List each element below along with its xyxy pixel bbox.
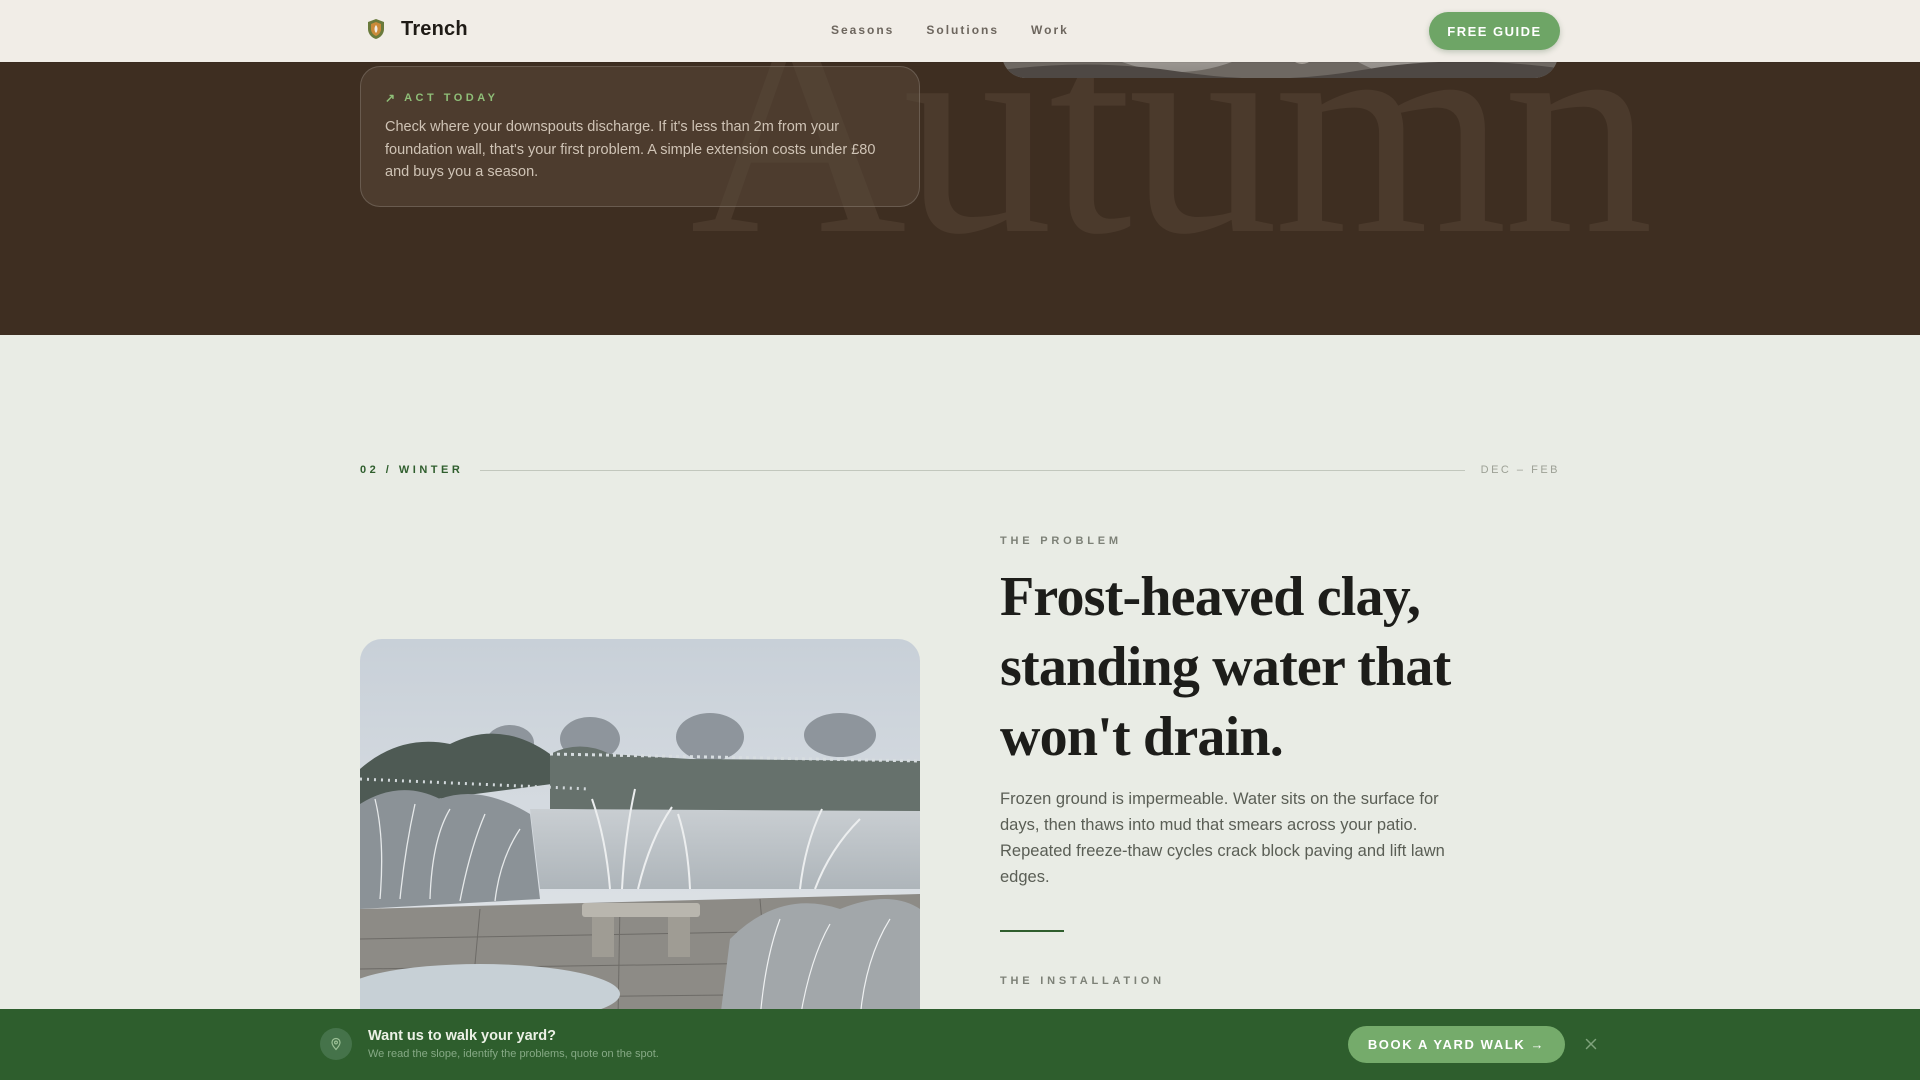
close-icon[interactable] <box>1581 1034 1601 1054</box>
problem-kicker: THE PROBLEM <box>1000 535 1122 547</box>
winter-section-header: 02 / WINTER DEC – FEB <box>360 460 1560 480</box>
sticky-title: Want us to walk your yard? <box>368 1028 556 1044</box>
winter-garden-photo <box>360 639 920 1019</box>
free-guide-button[interactable]: FREE GUIDE <box>1429 12 1560 50</box>
main-nav: Seasons Solutions Work <box>831 23 1069 37</box>
sticky-booking-bar: Want us to walk your yard? We read the s… <box>0 1009 1920 1080</box>
top-navigation-bar: Trench Seasons Solutions Work FREE GUIDE <box>0 0 1920 62</box>
nav-seasons[interactable]: Seasons <box>831 23 894 37</box>
nav-work[interactable]: Work <box>1031 23 1069 37</box>
section-date-range: DEC – FEB <box>1480 464 1560 476</box>
map-pin-icon <box>320 1028 352 1060</box>
act-today-text: Check where your downspouts discharge. I… <box>385 119 876 180</box>
installation-kicker: THE INSTALLATION <box>1000 975 1165 987</box>
close-glyph <box>1585 1038 1597 1050</box>
shield-leaf-icon <box>368 19 384 39</box>
problem-body: Frozen ground is impermeable. Water sits… <box>1000 790 1445 886</box>
problem-headline: Frost-heaved clay, standing water that w… <box>1000 566 1451 768</box>
brand[interactable]: Trench <box>363 16 468 42</box>
section-label: 02 / WINTER <box>360 464 464 476</box>
act-today-card: ↗ ACT TODAY Check where your downspouts … <box>360 66 920 207</box>
book-yard-walk-button[interactable]: BOOK A YARD WALK → <box>1348 1026 1565 1063</box>
sticky-subtitle: We read the slope, identify the problems… <box>368 1048 659 1060</box>
winter-garden-photo-art <box>360 639 920 1019</box>
brand-name: Trench <box>401 17 468 40</box>
act-today-label: ACT TODAY <box>404 92 499 104</box>
act-today-label-row: ↗ ACT TODAY <box>385 91 893 105</box>
section-divider <box>480 469 1465 471</box>
arrow-up-right-icon: ↗ <box>385 91 396 105</box>
map-pin-glyph <box>331 1037 341 1051</box>
accent-divider <box>1000 930 1064 932</box>
nav-solutions[interactable]: Solutions <box>926 23 999 37</box>
